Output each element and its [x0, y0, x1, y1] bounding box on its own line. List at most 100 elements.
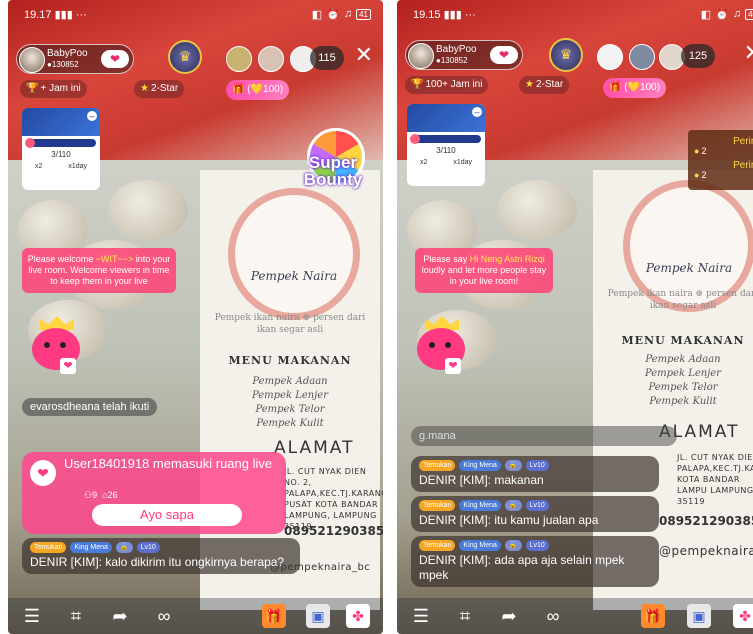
link-icon[interactable]: ∞ — [541, 604, 565, 628]
badge: Lv10 — [525, 460, 549, 471]
nfc-icon: ◧ — [700, 8, 712, 21]
heart-icon[interactable]: ❤ — [490, 46, 518, 64]
crop-icon[interactable]: ⌗ — [453, 604, 477, 628]
badge: King Mena — [459, 460, 501, 471]
minimize-icon[interactable]: – — [472, 107, 482, 117]
badge: Lv10 — [525, 540, 549, 551]
alarm-icon: ⏰ — [715, 8, 729, 21]
badge-lock-icon: 🔒 — [504, 500, 522, 511]
shop-icon[interactable]: ▣ — [687, 604, 711, 628]
badge: Temukan — [419, 500, 456, 511]
mini-count: 3/110 — [436, 146, 456, 155]
battery-icon: 40 — [745, 8, 753, 20]
signal-icon: ▮▮▮ — [443, 8, 462, 21]
host-card[interactable]: BabyPoo ●130852 ❤ — [405, 40, 523, 70]
pering-panel[interactable]: Pering ●2 Pering ●2 — [688, 130, 753, 190]
ranking-pill[interactable]: 🏆 100+ Jam ini — [405, 76, 489, 94]
address-heading: ALAMAT — [274, 438, 355, 458]
signal-icon: ▮▮▮ — [54, 8, 73, 21]
gift-box-icon[interactable]: 🎁 — [641, 604, 665, 628]
menu-item: Pempek Telor — [648, 382, 718, 393]
avatar[interactable] — [629, 44, 655, 70]
alarm-icon: ⏰ — [326, 8, 340, 21]
headset-icon: ♫ — [343, 8, 353, 20]
brand-name: Pempek Naira — [645, 261, 733, 275]
badge-lock-icon: 🔒 — [115, 542, 133, 553]
pering-row: Pering ●2 — [688, 136, 753, 160]
mini-right: x1day — [68, 163, 88, 170]
shop-icon[interactable]: ▣ — [306, 604, 330, 628]
gift-icon: 🎁 — [232, 84, 245, 95]
mini-count: 3/110 — [51, 150, 71, 159]
gift-bar[interactable]: 🎁 (💛100) — [603, 78, 667, 98]
welcome-tip: Please say Hi Neng Astri Rizqi loudly an… — [415, 248, 553, 293]
headset-icon: ♫ — [732, 8, 742, 20]
avatar[interactable] — [226, 46, 252, 72]
avatar[interactable] — [597, 44, 623, 70]
phone-number: 089521290385 — [659, 514, 753, 528]
host-card[interactable]: BabyPoo ●130852 ❤ — [16, 44, 134, 74]
ranking-pill[interactable]: 🏆 + Jam ini — [20, 80, 87, 98]
mini-left: x2 — [34, 163, 43, 170]
mini-card[interactable]: – 3/110 x2 x1day — [407, 104, 485, 186]
food-pempek — [108, 180, 188, 240]
avatar[interactable] — [19, 47, 45, 73]
coin-icon: ● 2 — [694, 146, 707, 156]
nfc-icon: ◧ — [311, 8, 323, 21]
live-stream-panel-1: Pempek Naira Pempek ikan naira ⊛ persen … — [8, 0, 383, 634]
grid-icon[interactable]: ✤ — [346, 604, 370, 628]
say-hi-button[interactable]: Ayo sapa — [92, 504, 242, 526]
bottom-toolbar: ☰ ⌗ ➦ ∞ 🎁 ▣ ✤ — [397, 598, 753, 634]
mini-right: x1day — [453, 159, 473, 166]
share-icon[interactable]: ➦ — [108, 604, 132, 628]
minimize-icon[interactable]: – — [87, 111, 97, 121]
mascot-icon[interactable]: ❤ — [415, 316, 469, 376]
close-icon[interactable]: ✕ — [744, 40, 753, 66]
trophy-icon: 🏆 — [411, 79, 424, 90]
share-icon[interactable]: ➦ — [497, 604, 521, 628]
gift-bar[interactable]: 🎁 (💛100) — [226, 80, 290, 100]
gift-icon: 🎁 — [609, 82, 622, 93]
battery-icon: 41 — [356, 8, 371, 20]
crop-icon[interactable]: ⌗ — [64, 604, 88, 628]
join-stats: ⚇9 ⌂26 — [84, 490, 118, 500]
badge: King Mena — [70, 542, 112, 553]
chat-message: Temukan King Mena 🔒 Lv10 DENIR [KIM]: ka… — [22, 538, 300, 574]
viewer-count[interactable]: 125 — [681, 44, 715, 68]
super-bounty-badge[interactable]: Super Bounty — [293, 128, 373, 198]
star-pill[interactable]: ★ 2-Star — [519, 76, 570, 94]
mascot-icon[interactable]: ❤ — [30, 316, 84, 376]
grid-icon[interactable]: ✤ — [733, 604, 753, 628]
avatar[interactable] — [408, 43, 434, 69]
status-bar: 19.15 ▮▮▮ ··· ◧ ⏰ ♫ 40 — [413, 6, 753, 22]
user-icon: ⚇ — [84, 490, 93, 500]
menu-subtitle: Pempek ikan naira ⊛ persen dari ikan seg… — [214, 313, 366, 335]
menu-icon[interactable]: ☰ — [20, 604, 44, 628]
menu-item: Pempek Lenjer — [644, 368, 722, 379]
status-time: 19.15 — [413, 8, 441, 21]
food-pempek — [497, 180, 577, 240]
crown-icon[interactable]: ♛ — [168, 40, 202, 74]
mini-card-header: – — [407, 104, 485, 132]
gift-box-icon[interactable]: 🎁 — [262, 604, 286, 628]
close-icon[interactable]: ✕ — [355, 42, 373, 68]
mini-card-header: – — [22, 108, 100, 136]
avatar[interactable] — [258, 46, 284, 72]
brand-name: Pempek Naira — [250, 269, 338, 283]
badge-lock-icon: 🔒 — [504, 460, 522, 471]
link-icon[interactable]: ∞ — [152, 604, 176, 628]
brand-logo: Pempek Naira — [228, 188, 360, 320]
progress-dot — [410, 134, 420, 144]
mini-row: x2 x1day — [407, 159, 485, 166]
badge: Temukan — [419, 540, 456, 551]
viewer-count[interactable]: 115 — [310, 46, 344, 70]
crown-icon[interactable]: ♛ — [549, 38, 583, 72]
menu-icon[interactable]: ☰ — [409, 604, 433, 628]
mini-left: x2 — [419, 159, 428, 166]
mini-card[interactable]: – 3/110 x2 x1day — [22, 108, 100, 190]
star-pill[interactable]: ★ 2-Star — [134, 80, 185, 98]
chat-message: Temukan King Mena 🔒 Lv10 DENIR [KIM]: ma… — [411, 456, 659, 492]
pering-row: Pering ●2 — [688, 160, 753, 184]
host-likes: ●130852 — [47, 60, 79, 69]
heart-icon[interactable]: ❤ — [101, 50, 129, 68]
